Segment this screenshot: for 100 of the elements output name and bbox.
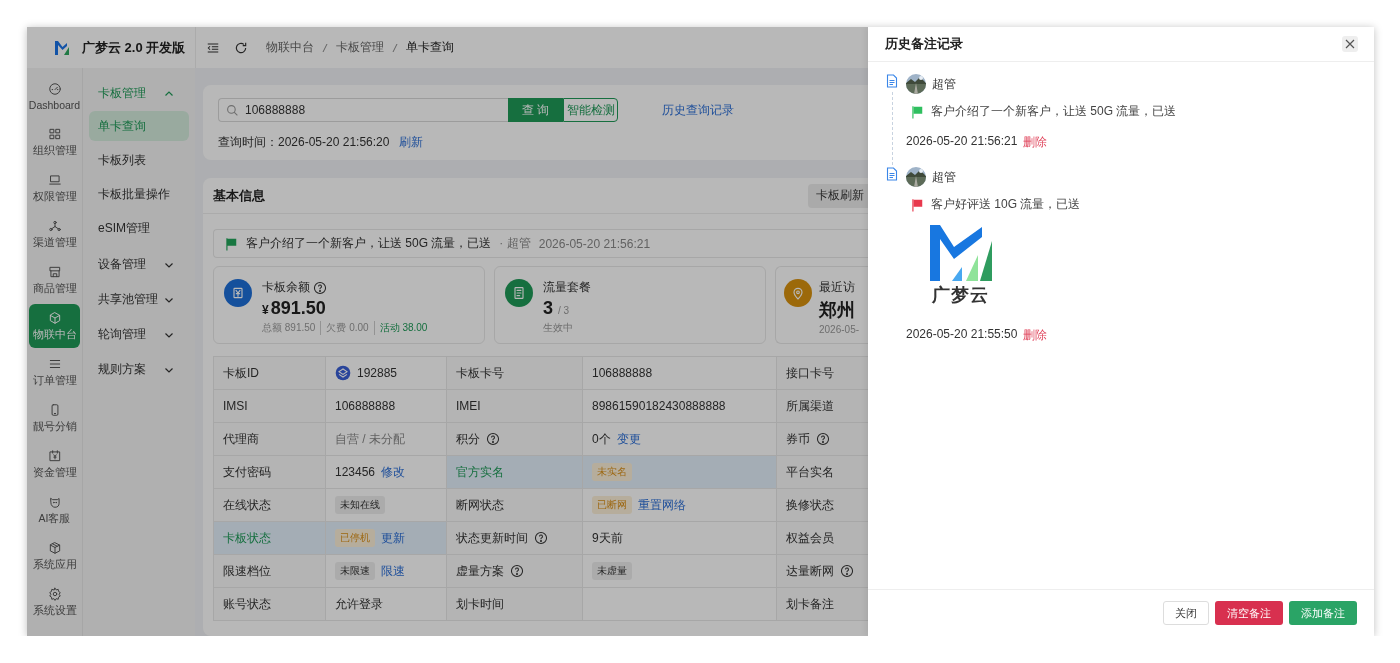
search-icon — [226, 104, 239, 117]
action-link[interactable]: 限速 — [381, 562, 405, 580]
menu-group[interactable]: 卡板管理 — [89, 76, 189, 111]
breadcrumb-link[interactable]: 单卡查询 — [406, 39, 454, 56]
document-icon — [886, 74, 898, 88]
menu-group[interactable]: 设备管理 — [89, 247, 189, 282]
note-author: · 超管 — [499, 235, 531, 252]
footer-button[interactable]: 关闭 — [1163, 601, 1209, 625]
menu-item[interactable]: eSIM管理 — [89, 213, 189, 243]
menu-item[interactable]: 卡板批量操作 — [89, 179, 189, 209]
breadcrumb-link[interactable]: 物联中台 — [266, 39, 314, 56]
breadcrumb-link[interactable]: 卡板管理 — [336, 39, 384, 56]
note-text: 客户介绍了一个新客户，让送 50G 流量，已送 — [931, 103, 1177, 120]
cube-icon — [47, 310, 62, 325]
nav-item[interactable]: Dashboard — [29, 74, 80, 118]
cell-text: 123456 — [335, 465, 376, 479]
nav-item[interactable]: 渠道管理 — [29, 212, 80, 256]
stat-detail: 欠费 0.00 — [320, 321, 369, 335]
stat-subtitle: 生效中 — [543, 321, 573, 335]
nav-item[interactable]: 靓号分销 — [29, 396, 80, 440]
cell-text: 达量断网 — [786, 562, 834, 580]
menu-group[interactable]: 轮询管理 — [89, 317, 189, 352]
collapse-menu-button[interactable] — [206, 40, 220, 55]
table-cell: 平台实名 — [776, 455, 868, 489]
stat-title: 流量套餐 — [543, 279, 591, 296]
status-tag: 未虚量 — [592, 562, 632, 580]
table-cell: 自营 / 未分配 — [325, 422, 447, 456]
nav-item[interactable]: 物联中台 — [29, 304, 80, 348]
document-icon — [886, 167, 898, 181]
table-cell: 划卡时间 — [446, 587, 583, 621]
detect-button[interactable]: 智能检测 — [563, 98, 618, 122]
carrier-logo-icon — [335, 365, 351, 381]
cell-text: 0个 — [592, 430, 611, 448]
menu-group[interactable]: 共享池管理 — [89, 282, 189, 317]
table-cell: 卡板ID — [213, 356, 326, 390]
flag-icon — [224, 236, 238, 251]
status-tag: 未知在线 — [335, 496, 385, 514]
nav-item[interactable]: 系统设置 — [29, 580, 80, 624]
table-cell: 代理商 — [213, 422, 326, 456]
table-cell: 支付密码 — [213, 455, 326, 489]
table-cell: 官方实名 — [446, 455, 583, 489]
delete-link[interactable]: 删除 — [1023, 327, 1048, 344]
nav-item[interactable]: 组织管理 — [29, 120, 80, 164]
footer-button[interactable]: 添加备注 — [1289, 601, 1357, 625]
card-refresh-button[interactable]: 卡板刷新 — [808, 183, 868, 208]
table-cell: 106888888 — [325, 389, 447, 423]
cell-text: 虚量方案 — [456, 562, 504, 580]
table-cell: 换修状态 — [776, 488, 868, 522]
gauge-icon — [47, 81, 62, 96]
stat-title: 最近访 — [819, 279, 855, 296]
query-button[interactable]: 查 询 — [508, 98, 563, 122]
slash-icon — [322, 42, 328, 53]
nav-item[interactable]: 订单管理 — [29, 350, 80, 394]
nav-item[interactable]: 资金管理 — [29, 442, 80, 486]
menu-item[interactable]: 卡板列表 — [89, 145, 189, 175]
stat-title: 卡板余额 — [262, 279, 310, 296]
cell-text: 192885 — [357, 366, 398, 380]
menu-group[interactable]: 规则方案 — [89, 352, 189, 387]
stat-value: 891.50 — [270, 298, 326, 319]
logo-icon — [55, 40, 70, 55]
wallet-icon — [230, 285, 246, 301]
laptop-icon — [47, 172, 62, 187]
stat-subtitle: 2026-05- — [819, 324, 860, 335]
refresh-link[interactable]: 刷新 — [399, 134, 424, 151]
table-cell: 权益会员 — [776, 521, 868, 555]
table-cell: IMEI — [446, 389, 583, 423]
nav-item[interactable]: 系统应用 — [29, 534, 80, 578]
app-name: 广梦云 2.0 开发版 — [82, 38, 186, 57]
footer-button[interactable]: 清空备注 — [1215, 601, 1283, 625]
author-name: 超管 — [932, 168, 956, 186]
slash-icon — [392, 42, 398, 53]
table-cell: 账号状态 — [213, 587, 326, 621]
action-link[interactable]: 重置网络 — [638, 496, 686, 514]
table-cell: 卡板卡号 — [446, 356, 583, 390]
nav-item[interactable]: 权限管理 — [29, 166, 80, 210]
action-link[interactable]: 更新 — [381, 529, 405, 547]
delete-link[interactable]: 删除 — [1023, 134, 1048, 151]
action-link[interactable]: 变更 — [616, 430, 641, 448]
note-time: 2026-05-20 21:55:50 — [906, 327, 1018, 343]
table-cell: 106888888 — [582, 356, 777, 390]
stat-value: 3 — [543, 298, 553, 319]
action-link[interactable]: 修改 — [381, 463, 406, 481]
table-cell: 划卡备注 — [776, 587, 868, 621]
history-link[interactable]: 历史查询记录 — [662, 101, 734, 119]
table-cell: 89861590182430888888 — [582, 389, 777, 423]
author-name: 超管 — [932, 75, 956, 93]
refresh-button[interactable] — [234, 40, 248, 55]
stat-detail: 活动 38.00 — [373, 321, 428, 335]
close-button[interactable] — [1342, 36, 1358, 52]
table-cell: 所属渠道 — [776, 389, 868, 423]
nav-item[interactable]: 商品管理 — [29, 258, 80, 302]
cell-text: 积分 — [456, 430, 480, 448]
nav-item[interactable]: AI客服 — [29, 488, 80, 532]
search-field[interactable]: 106888888 — [218, 98, 508, 122]
query-time: 查询时间：2026-05-20 21:56:20 — [218, 134, 390, 151]
cell-text: 券币 — [786, 430, 810, 448]
table-cell: 卡板状态 — [213, 521, 326, 555]
grid-icon — [47, 126, 62, 141]
cell-text: 状态更新时间 — [456, 529, 528, 547]
logo-text: 广梦云 — [932, 284, 989, 307]
